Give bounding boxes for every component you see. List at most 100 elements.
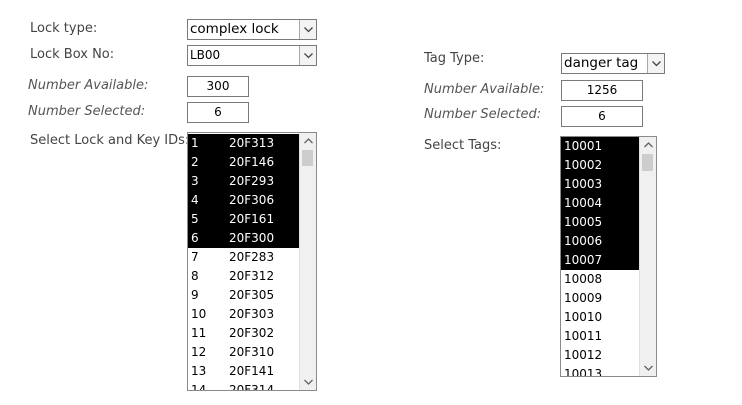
list-item[interactable]: 14 20F314 <box>188 381 299 391</box>
list-item[interactable]: 10010 <box>561 308 639 327</box>
row-id: 10001 <box>564 139 603 153</box>
row-id: 10007 <box>564 253 603 267</box>
chevron-down-icon[interactable] <box>300 374 316 390</box>
lock-box-no-value: LB00 <box>190 48 221 62</box>
number-available-label: Number Available: <box>28 78 149 93</box>
lock-box-no-dropdown[interactable]: LB00 <box>187 45 317 66</box>
scrollbar-thumb[interactable] <box>302 150 313 166</box>
list-item[interactable]: 10001 <box>561 137 639 156</box>
row-id: 20F313 <box>229 136 275 150</box>
row-number: 2 <box>191 155 199 169</box>
list-item[interactable]: 10004 <box>561 194 639 213</box>
row-number: 3 <box>191 174 199 188</box>
row-id: 20F293 <box>229 174 275 188</box>
list-item[interactable]: 8 20F312 <box>188 267 299 286</box>
select-tags-label: Select Tags: <box>424 138 502 153</box>
row-number: 7 <box>191 250 199 264</box>
number-selected-label: Number Selected: <box>28 104 146 119</box>
scrollbar-thumb[interactable] <box>642 154 653 171</box>
list-item[interactable]: 2 20F146 <box>188 153 299 172</box>
row-id: 10012 <box>564 348 603 362</box>
row-id: 10005 <box>564 215 603 229</box>
list-item[interactable]: 10013 <box>561 365 639 377</box>
list-item[interactable]: 10012 <box>561 346 639 365</box>
list-item[interactable]: 6 20F300 <box>188 229 299 248</box>
row-id: 20F146 <box>229 155 275 169</box>
row-id: 10013 <box>564 367 603 377</box>
number-selected-field[interactable]: 6 <box>187 102 249 123</box>
list-item[interactable]: 10009 <box>561 289 639 308</box>
row-number: 10 <box>191 307 207 321</box>
tags-scrollbar[interactable] <box>639 137 656 376</box>
row-id: 20F312 <box>229 269 275 283</box>
tags-listbox[interactable]: 10001 10002 10003 10004 10005 10006 1000… <box>560 136 657 377</box>
tag-type-label: Tag Type: <box>424 51 485 66</box>
row-number: 6 <box>191 231 199 245</box>
row-number: 5 <box>191 212 199 226</box>
row-id: 20F283 <box>229 250 275 264</box>
list-item[interactable]: 10002 <box>561 156 639 175</box>
select-lock-key-ids-label: Select Lock and Key IDs: <box>30 133 190 148</box>
row-id: 20F302 <box>229 326 275 340</box>
list-item[interactable]: 5 20F161 <box>188 210 299 229</box>
row-number: 14 <box>191 383 207 391</box>
row-number: 1 <box>191 136 199 150</box>
row-id: 10004 <box>564 196 603 210</box>
number-available-field[interactable]: 300 <box>187 76 249 97</box>
list-item[interactable]: 10011 <box>561 327 639 346</box>
row-id: 10010 <box>564 310 603 324</box>
list-item[interactable]: 4 20F306 <box>188 191 299 210</box>
row-number: 12 <box>191 345 207 359</box>
row-id: 20F306 <box>229 193 275 207</box>
lock-type-dropdown[interactable]: complex lock <box>187 19 317 40</box>
list-item[interactable]: 10003 <box>561 175 639 194</box>
tag-number-selected-field[interactable]: 6 <box>561 106 643 127</box>
row-id: 20F314 <box>229 383 275 391</box>
tag-number-available-label: Number Available: <box>424 82 545 97</box>
chevron-up-icon[interactable] <box>300 133 316 149</box>
row-id: 10011 <box>564 329 603 343</box>
row-number: 9 <box>191 288 199 302</box>
list-item[interactable]: 7 20F283 <box>188 248 299 267</box>
row-id: 20F303 <box>229 307 275 321</box>
row-number: 13 <box>191 364 207 378</box>
tag-type-value: danger tag <box>564 55 639 71</box>
list-item[interactable]: 13 20F141 <box>188 362 299 381</box>
chevron-down-icon[interactable] <box>299 46 316 65</box>
chevron-down-icon[interactable] <box>640 360 656 376</box>
row-id: 10008 <box>564 272 603 286</box>
chevron-down-icon[interactable] <box>299 20 316 39</box>
list-item[interactable]: 10007 <box>561 251 639 270</box>
list-item[interactable]: 11 20F302 <box>188 324 299 343</box>
list-item[interactable]: 10006 <box>561 232 639 251</box>
list-item[interactable]: 10 20F303 <box>188 305 299 324</box>
row-id: 20F161 <box>229 212 275 226</box>
row-number: 11 <box>191 326 207 340</box>
tag-number-available-field[interactable]: 1256 <box>561 80 643 101</box>
row-id: 20F141 <box>229 364 275 378</box>
lock-key-ids-listbox[interactable]: 1 20F313 2 20F146 3 20F293 4 20F306 5 20F161 … <box>187 132 317 391</box>
row-id: 20F305 <box>229 288 275 302</box>
list-item[interactable]: 10005 <box>561 213 639 232</box>
list-item[interactable]: 10008 <box>561 270 639 289</box>
lock-box-no-label: Lock Box No: <box>30 47 115 62</box>
row-number: 4 <box>191 193 199 207</box>
list-item[interactable]: 12 20F310 <box>188 343 299 362</box>
row-id: 20F310 <box>229 345 275 359</box>
lock-type-value: complex lock <box>190 21 279 37</box>
lock-key-ids-scrollbar[interactable] <box>299 133 316 390</box>
tag-number-selected-label: Number Selected: <box>424 107 542 122</box>
list-item[interactable]: 9 20F305 <box>188 286 299 305</box>
row-id: 10002 <box>564 158 603 172</box>
row-id: 10003 <box>564 177 603 191</box>
row-id: 20F300 <box>229 231 275 245</box>
chevron-up-icon[interactable] <box>640 137 656 153</box>
row-id: 10009 <box>564 291 603 305</box>
row-id: 10006 <box>564 234 603 248</box>
row-number: 8 <box>191 269 199 283</box>
lock-type-label: Lock type: <box>30 21 98 36</box>
list-item[interactable]: 3 20F293 <box>188 172 299 191</box>
list-item[interactable]: 1 20F313 <box>188 134 299 153</box>
chevron-down-icon[interactable] <box>647 54 664 73</box>
tag-type-dropdown[interactable]: danger tag <box>561 53 665 74</box>
